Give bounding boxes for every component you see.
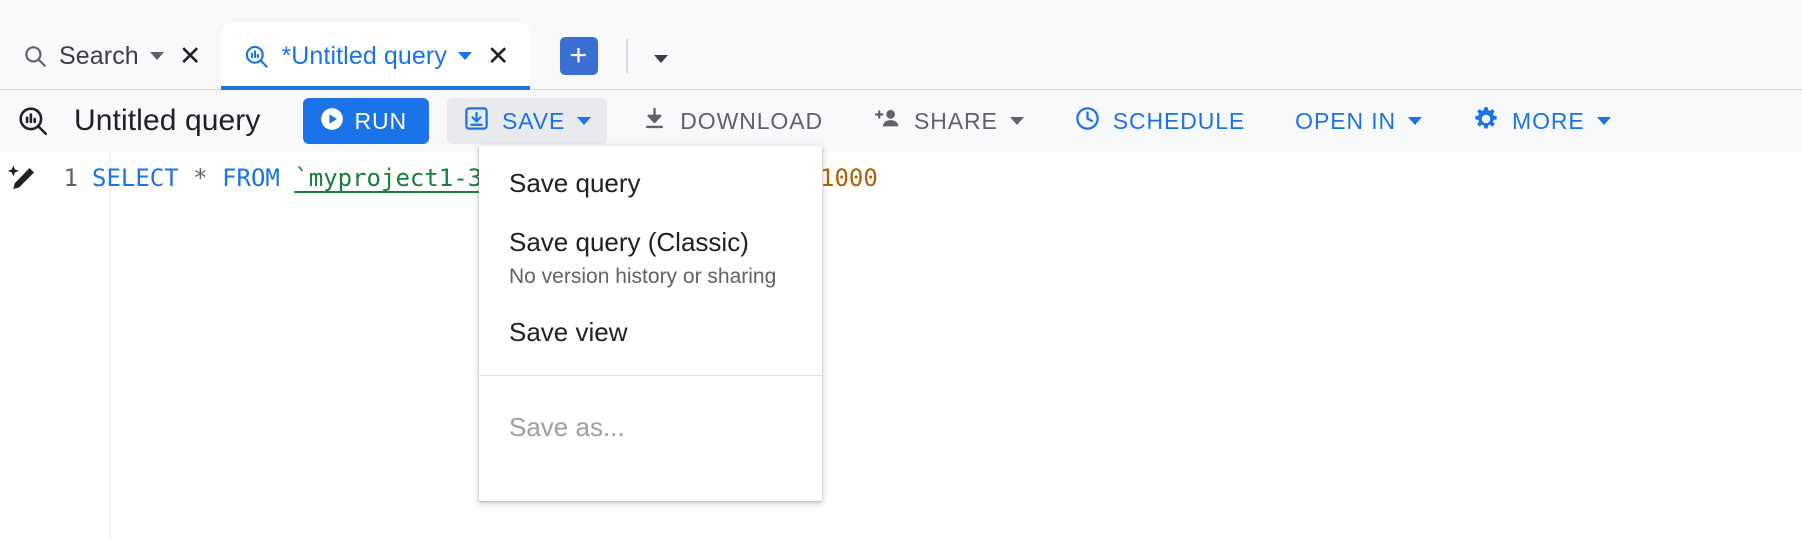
tab-list-caret-icon[interactable] xyxy=(653,55,668,63)
tab-search[interactable]: Search ✕ xyxy=(0,23,221,89)
clock-icon xyxy=(1074,105,1101,137)
sql-keyword-from: FROM xyxy=(222,164,280,192)
download-button[interactable]: DOWNLOAD xyxy=(625,98,839,144)
open-in-button[interactable]: OPEN IN xyxy=(1279,98,1438,144)
more-button[interactable]: MORE xyxy=(1456,98,1627,144)
gear-icon xyxy=(1472,105,1500,138)
download-icon xyxy=(641,105,668,137)
menu-item-label: Save view xyxy=(509,317,628,348)
menu-item-save-query-classic[interactable]: Save query (Classic) No version history … xyxy=(479,213,822,303)
save-button[interactable]: SAVE xyxy=(447,98,608,144)
sql-keyword-select: SELECT xyxy=(92,164,179,192)
tab-untitled-query[interactable]: *Untitled query ✕ xyxy=(221,23,530,90)
chevron-down-icon[interactable] xyxy=(1408,117,1423,125)
sql-star: * xyxy=(193,164,208,192)
save-icon xyxy=(463,105,490,137)
code-line-1-limit[interactable]: 1000 xyxy=(820,158,878,198)
page-title: Untitled query xyxy=(74,104,261,137)
menu-item-save-view[interactable]: Save view xyxy=(479,303,822,362)
menu-item-save-as: Save as... xyxy=(479,398,822,457)
menu-item-label: Save query (Classic) xyxy=(509,227,749,258)
save-dropdown-menu: Save query Save query (Classic) No versi… xyxy=(479,146,822,501)
code-line-1[interactable]: 1 SELECT * FROM `myproject1-38100 xyxy=(0,158,540,198)
menu-group-bottom: Save as... xyxy=(479,376,822,501)
new-tab-button[interactable]: + xyxy=(559,37,598,75)
close-icon[interactable]: ✕ xyxy=(487,42,510,70)
play-icon xyxy=(319,106,345,137)
menu-item-subtitle: No version history or sharing xyxy=(509,265,777,289)
run-button-label: RUN xyxy=(354,107,408,134)
line-number: 1 xyxy=(63,164,78,192)
gutter-divider xyxy=(110,152,111,540)
chevron-down-icon[interactable] xyxy=(149,52,164,60)
chevron-down-icon[interactable] xyxy=(1009,117,1024,125)
schedule-button-label: SCHEDULE xyxy=(1112,107,1246,134)
tab-untitled-query-label: *Untitled query xyxy=(281,41,447,70)
download-button-label: DOWNLOAD xyxy=(680,107,823,134)
menu-item-label: Save query xyxy=(509,168,641,198)
menu-item-label: Save as... xyxy=(509,411,625,442)
query-toolbar: Untitled query RUN SAVE DOWNLOAD SHARE S… xyxy=(0,90,1802,152)
chevron-down-icon[interactable] xyxy=(577,117,592,125)
sql-editor[interactable]: 1 SELECT * FROM `myproject1-38100 1000 xyxy=(0,152,1802,540)
bigquery-query-icon xyxy=(243,43,270,70)
plus-icon: + xyxy=(569,39,588,72)
bigquery-icon xyxy=(16,104,50,138)
sql-limit-value: 1000 xyxy=(820,164,878,192)
tab-strip: Search ✕ *Untitled query ✕ + xyxy=(0,0,1802,90)
menu-item-save-query[interactable]: Save query xyxy=(479,154,822,213)
run-button[interactable]: RUN xyxy=(302,98,430,144)
person-add-icon xyxy=(873,105,902,137)
tab-search-label: Search xyxy=(59,41,139,70)
more-button-label: MORE xyxy=(1512,107,1585,134)
tab-strip-divider xyxy=(625,39,628,73)
share-button[interactable]: SHARE xyxy=(857,98,1040,144)
open-in-button-label: OPEN IN xyxy=(1295,107,1397,134)
save-button-label: SAVE xyxy=(502,107,566,134)
schedule-button[interactable]: SCHEDULE xyxy=(1058,98,1261,144)
search-icon xyxy=(22,43,48,69)
close-icon[interactable]: ✕ xyxy=(179,42,202,70)
bigquery-query-editor-page: Search ✕ *Untitled query ✕ + Untitled qu… xyxy=(0,0,1802,540)
chevron-down-icon[interactable] xyxy=(457,52,472,60)
chevron-down-icon[interactable] xyxy=(1596,117,1611,125)
share-button-label: SHARE xyxy=(913,107,998,134)
